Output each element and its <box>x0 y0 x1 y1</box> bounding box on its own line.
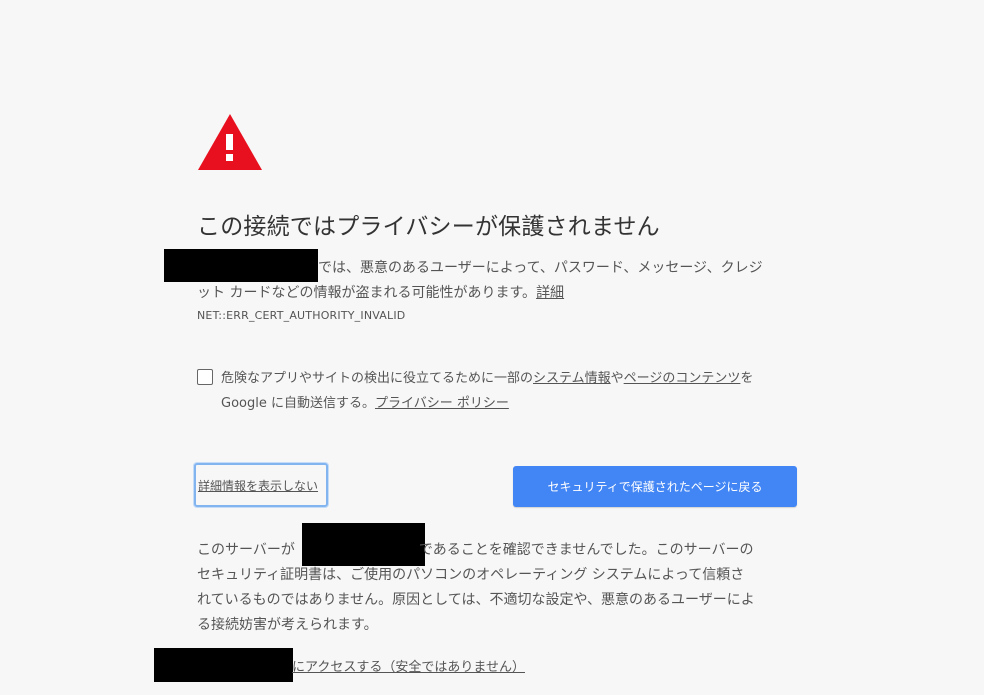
hide-details-button[interactable]: 詳細情報を表示しない <box>194 463 328 507</box>
details-line4: る接続妨害が考えられます。 <box>197 617 378 633</box>
details-line2: セキュリティ証明書は、ご使用のパソコンのオペレーティング システムによって信頼さ <box>197 567 745 583</box>
interstitial-page: この接続ではプライバシーが保護されません では、悪意のあるユーザーによって、パス… <box>0 0 984 695</box>
page-title: この接続ではプライバシーが保護されません <box>197 214 660 240</box>
report-checkbox[interactable] <box>197 369 213 385</box>
proceed-unsafe-link[interactable]: にアクセスする（安全ではありません） <box>292 656 525 675</box>
details-line3: れているものではありません。原因としては、不適切な設定や、悪意のあるユーザーによ <box>197 592 755 608</box>
details-line1: このサーバーが であることを確認できませんでした。このサーバーの <box>197 538 797 563</box>
details-text-b: であることを確認できませんでした。このサーバーの <box>418 542 754 558</box>
page-content-link[interactable]: ページのコンテンツ <box>624 371 741 386</box>
details-message: このサーバーが であることを確認できませんでした。このサーバーの セキュリティ証明… <box>197 538 797 638</box>
privacy-policy-link[interactable]: プライバシー ポリシー <box>375 396 509 411</box>
report-text-d: Google に自動送信する。 <box>221 396 375 411</box>
error-code: NET::ERR_CERT_AUTHORITY_INVALID <box>197 309 406 322</box>
report-text-a: 危険なアプリやサイトの検出に役立てるために一部の <box>221 371 534 386</box>
learn-more-link[interactable]: 詳細 <box>536 285 564 301</box>
main-message-line2-text: ット カードなどの情報が盗まれる可能性があります。 <box>197 285 537 301</box>
main-message-line2: ット カードなどの情報が盗まれる可能性があります。詳細 <box>197 281 787 306</box>
details-text-a: このサーバーが <box>197 542 295 558</box>
redacted-hostname-3 <box>154 648 293 682</box>
main-message-line1: では、悪意のあるユーザーによって、パスワード、メッセージ、クレジ <box>318 260 763 276</box>
report-label: 危険なアプリやサイトの検出に役立てるために一部のシステム情報やページのコンテンツ… <box>221 366 781 416</box>
warning-triangle-icon <box>198 114 262 170</box>
main-message: では、悪意のあるユーザーによって、パスワード、メッセージ、クレジ ット カードな… <box>197 256 787 306</box>
report-text-b: や <box>610 371 624 386</box>
system-info-link[interactable]: システム情報 <box>533 371 611 386</box>
back-to-safety-button[interactable]: セキュリティで保護されたページに戻る <box>513 466 797 507</box>
report-label-line1: 危険なアプリやサイトの検出に役立てるために一部のシステム情報やページのコンテンツ… <box>221 366 781 391</box>
report-text-c: を <box>740 371 754 386</box>
report-label-line2: Google に自動送信する。プライバシー ポリシー <box>221 391 781 416</box>
